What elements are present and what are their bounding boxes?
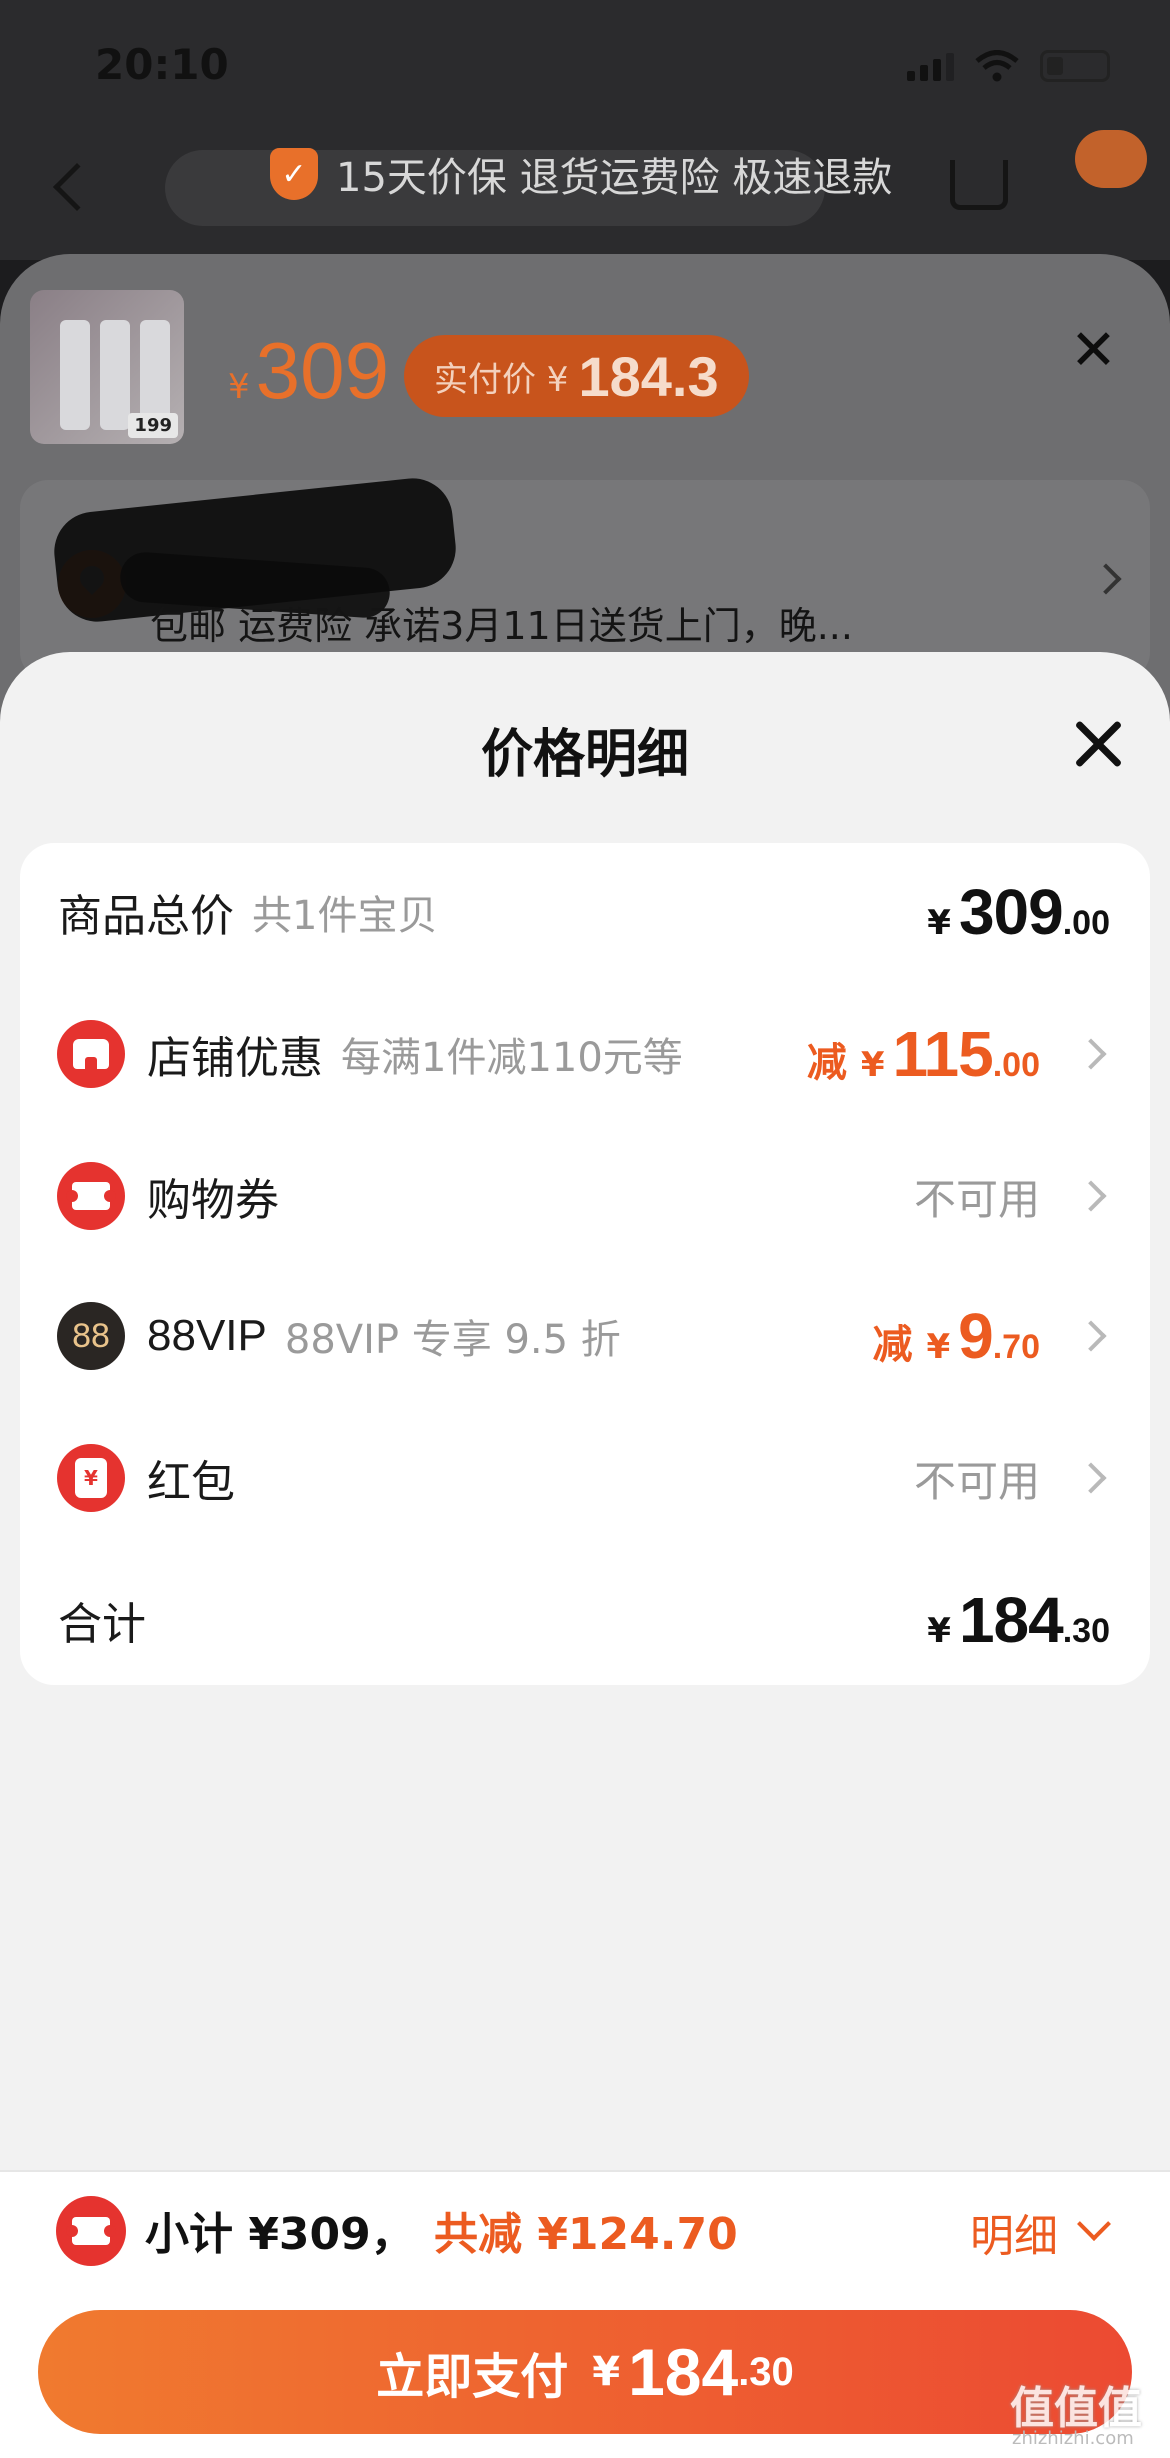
total-discount-text: 共减 ¥124.70	[434, 2209, 738, 2260]
cart-icon[interactable]	[950, 160, 1008, 210]
sheet-title: 价格明细	[480, 725, 689, 785]
row-88vip[interactable]: 88 88VIP 88VIP 专享 9.5 折 减 ¥9.70	[20, 1286, 1150, 1386]
row-shop-discount[interactable]: 店铺优惠 每满1件减110元等 减 ¥115.00	[20, 1004, 1150, 1104]
vip-discount-amount: 减 ¥9.70	[872, 1300, 1040, 1372]
subtotal-text: 小计 ¥309，	[145, 2209, 415, 2260]
delivery-info: 包邮 运费险 承诺3月11日送货上门，晚...	[150, 604, 853, 648]
close-icon[interactable]	[1072, 718, 1124, 770]
product-price: ¥309	[228, 326, 390, 415]
chevron-right-icon	[1075, 1320, 1107, 1352]
detail-toggle[interactable]: 明细	[970, 2200, 1058, 2264]
guarantee-banner: ✓ 15天价保 退货运费险 极速退款	[270, 145, 892, 203]
red-packet-icon: ¥	[57, 1444, 125, 1512]
red-packet-status: 不可用	[913, 1456, 1040, 1506]
thumb-price: 199	[128, 413, 178, 438]
coupon-icon	[57, 1162, 125, 1230]
message-icon[interactable]	[1075, 130, 1147, 188]
goods-total-amount: ¥309.00	[927, 876, 1110, 948]
coupon-summary-icon	[56, 2196, 126, 2266]
chevron-right-icon	[1075, 1462, 1107, 1494]
vip-icon: 88	[57, 1302, 125, 1370]
status-time: 20:10	[95, 40, 229, 89]
row-total: 合计 ¥184.30	[58, 1584, 1110, 1656]
paid-label: 实付价 ¥	[434, 359, 569, 400]
sku-close-icon[interactable]: ✕	[1070, 318, 1117, 383]
status-icons	[907, 50, 1110, 82]
signal-icon	[907, 51, 954, 81]
chevron-right-icon	[1075, 1038, 1107, 1070]
total-amount: ¥184.30	[927, 1584, 1110, 1656]
battery-icon	[1040, 50, 1110, 82]
shop-discount-amount: 减 ¥115.00	[806, 1018, 1040, 1090]
watermark-logo: 值值值	[1010, 2383, 1142, 2434]
product-thumbnail: 199	[30, 290, 184, 444]
price-detail-card	[20, 843, 1150, 1685]
row-red-packet[interactable]: ¥ 红包 不可用	[20, 1428, 1150, 1528]
row-goods-total: 商品总价 共1件宝贝 ¥309.00	[58, 876, 1110, 948]
chevron-right-icon	[1075, 1180, 1107, 1212]
wifi-icon	[975, 50, 1019, 82]
guarantee-text: 15天价保 退货运费险 极速退款	[336, 155, 893, 201]
paid-value: 184.3	[578, 344, 719, 408]
paid-price-pill: 实付价 ¥ 184.3	[404, 335, 749, 417]
coupon-status: 不可用	[913, 1174, 1040, 1224]
shield-check-icon: ✓	[270, 148, 318, 200]
watermark-url: zhizhizhi.com	[1012, 2428, 1134, 2449]
row-coupon[interactable]: 购物券 不可用	[20, 1146, 1150, 1246]
shop-icon	[57, 1020, 125, 1088]
pay-now-button[interactable]: 立即支付 ¥ 184 .30	[38, 2310, 1132, 2434]
